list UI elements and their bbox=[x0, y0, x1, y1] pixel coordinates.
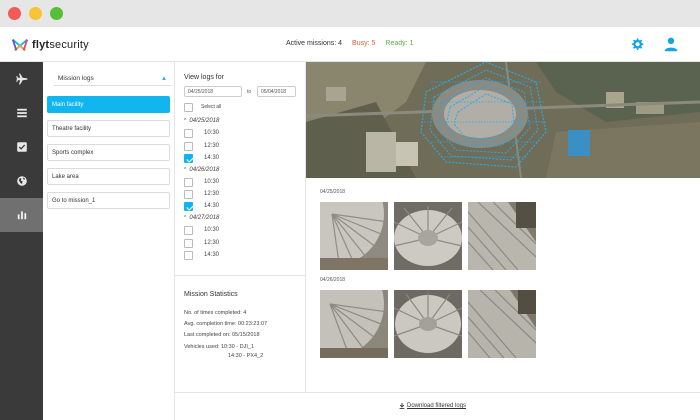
mission-status-bar: Active missions: 4 Busy: 5 Ready: 1 bbox=[286, 40, 413, 47]
time-checkbox[interactable] bbox=[184, 239, 193, 248]
time-label: 10:30 bbox=[204, 227, 220, 233]
minimize-window-button[interactable] bbox=[29, 7, 42, 20]
time-checkbox[interactable] bbox=[184, 226, 193, 235]
footer-bar: Download filtered logs bbox=[175, 392, 700, 420]
select-all-label: Select all bbox=[201, 104, 222, 110]
nav-item-tasks[interactable] bbox=[0, 130, 43, 164]
view-logs-title: View logs for bbox=[184, 74, 224, 81]
time-checkbox[interactable] bbox=[184, 178, 193, 187]
mission-item-lake-area[interactable]: Lake area bbox=[47, 168, 170, 185]
mission-logs-dropdown[interactable]: Mission logs ▲ bbox=[54, 72, 171, 86]
nav-item-analytics[interactable] bbox=[0, 198, 43, 232]
date-group-header[interactable]: ^ 04/26/2018 bbox=[184, 167, 219, 173]
chevron-up-icon: ^ bbox=[184, 118, 187, 124]
maximize-window-button[interactable] bbox=[50, 7, 63, 20]
time-checkbox[interactable] bbox=[184, 129, 193, 138]
gallery-date-label: 04/25/2018 bbox=[320, 189, 346, 195]
time-checkbox[interactable] bbox=[184, 202, 193, 211]
time-label: 12:30 bbox=[204, 240, 220, 246]
stat-avg-completion: Avg. completion time: 00:23:23:07 bbox=[184, 321, 268, 327]
brand-logo[interactable]: flytsecurity bbox=[11, 36, 89, 54]
mission-logs-dropdown-label: Mission logs bbox=[58, 75, 94, 82]
dome-photo-thumbnail[interactable] bbox=[468, 202, 536, 270]
date-group-header[interactable]: ^ 04/25/2018 bbox=[184, 118, 219, 124]
time-checkbox[interactable] bbox=[184, 142, 193, 151]
checkbox-icon bbox=[16, 142, 27, 152]
panel-divider bbox=[175, 275, 306, 276]
from-date-input[interactable]: 04/25/2018 bbox=[184, 86, 242, 97]
nav-item-flights[interactable] bbox=[0, 62, 43, 96]
left-nav-sidebar bbox=[0, 62, 43, 420]
mission-statistics-title: Mission Statistics bbox=[184, 291, 238, 298]
time-label: 10:30 bbox=[204, 130, 220, 136]
mission-item-main-facility[interactable]: Main facility bbox=[47, 96, 170, 113]
select-all-checkbox[interactable] bbox=[184, 103, 193, 112]
airplane-icon bbox=[15, 73, 27, 85]
dome-photo-thumbnail[interactable] bbox=[394, 290, 462, 358]
caret-up-icon: ▲ bbox=[161, 75, 167, 82]
user-icon[interactable] bbox=[663, 36, 679, 52]
time-label: 10:30 bbox=[204, 179, 220, 185]
stat-vehicles-used-2: 14:30 - PX4_2 bbox=[228, 353, 264, 359]
log-results-area: 04/25/2018 04/26/2018 bbox=[306, 62, 700, 392]
to-label: to bbox=[247, 89, 252, 95]
globe-icon bbox=[16, 176, 27, 186]
time-checkbox[interactable] bbox=[184, 251, 193, 260]
nav-item-map[interactable] bbox=[0, 164, 43, 198]
aerial-map-view[interactable] bbox=[306, 62, 700, 178]
window-titlebar bbox=[0, 0, 700, 27]
nav-item-list[interactable] bbox=[0, 96, 43, 130]
download-link-label: Download filtered logs bbox=[407, 403, 467, 409]
gear-icon[interactable] bbox=[629, 36, 645, 52]
chevron-up-icon: ^ bbox=[184, 167, 187, 173]
active-missions-count: Active missions: 4 bbox=[286, 40, 343, 47]
time-label: 14:30 bbox=[204, 155, 220, 161]
mission-item-theatre-facility[interactable]: Theatre facility bbox=[47, 120, 170, 137]
gallery-date-label: 04/26/2018 bbox=[320, 277, 346, 283]
missions-panel: Mission logs ▲ Main facility Theatre fac… bbox=[43, 62, 175, 420]
mission-item-sports-complex[interactable]: Sports complex bbox=[47, 144, 170, 161]
brand-name: flytsecurity bbox=[32, 39, 89, 51]
time-checkbox[interactable] bbox=[184, 154, 193, 163]
log-filter-panel: View logs for 04/25/2018 to 05/04/2018 S… bbox=[175, 62, 306, 392]
to-date-input[interactable]: 05/04/2018 bbox=[257, 86, 296, 97]
download-icon bbox=[399, 403, 405, 409]
dome-photo-thumbnail[interactable] bbox=[468, 290, 536, 358]
time-label: 12:30 bbox=[204, 191, 220, 197]
dome-photo-thumbnail[interactable] bbox=[320, 290, 388, 358]
close-window-button[interactable] bbox=[8, 7, 21, 20]
stat-times-completed: No. of times completed: 4 bbox=[184, 310, 247, 316]
stat-last-completed: Last completed on: 05/15/2018 bbox=[184, 332, 260, 338]
top-header: flytsecurity Active missions: 4 Busy: 5 … bbox=[0, 27, 700, 62]
dome-photo-thumbnail[interactable] bbox=[394, 202, 462, 270]
flyt-logo-icon bbox=[11, 38, 29, 52]
busy-count: Busy: 5 bbox=[352, 40, 376, 47]
date-group-header[interactable]: ^ 04/27/2018 bbox=[184, 215, 219, 221]
ready-count: Ready: 1 bbox=[385, 40, 414, 47]
stat-vehicles-used: Vehicles used: 10:30 - DJI_1 bbox=[184, 344, 255, 350]
chevron-up-icon: ^ bbox=[184, 215, 187, 221]
time-checkbox[interactable] bbox=[184, 190, 193, 199]
time-label: 12:30 bbox=[204, 143, 220, 149]
app-window: flytsecurity Active missions: 4 Busy: 5 … bbox=[0, 0, 700, 420]
dome-photo-thumbnail[interactable] bbox=[320, 202, 388, 270]
time-label: 14:30 bbox=[204, 252, 220, 258]
download-filtered-logs-link[interactable]: Download filtered logs bbox=[399, 403, 466, 409]
time-label: 14:30 bbox=[204, 203, 220, 209]
mission-item-go-to-mission-1[interactable]: Go to mission_1 bbox=[47, 192, 170, 209]
bar-chart-icon bbox=[17, 211, 26, 220]
list-icon bbox=[16, 108, 27, 118]
